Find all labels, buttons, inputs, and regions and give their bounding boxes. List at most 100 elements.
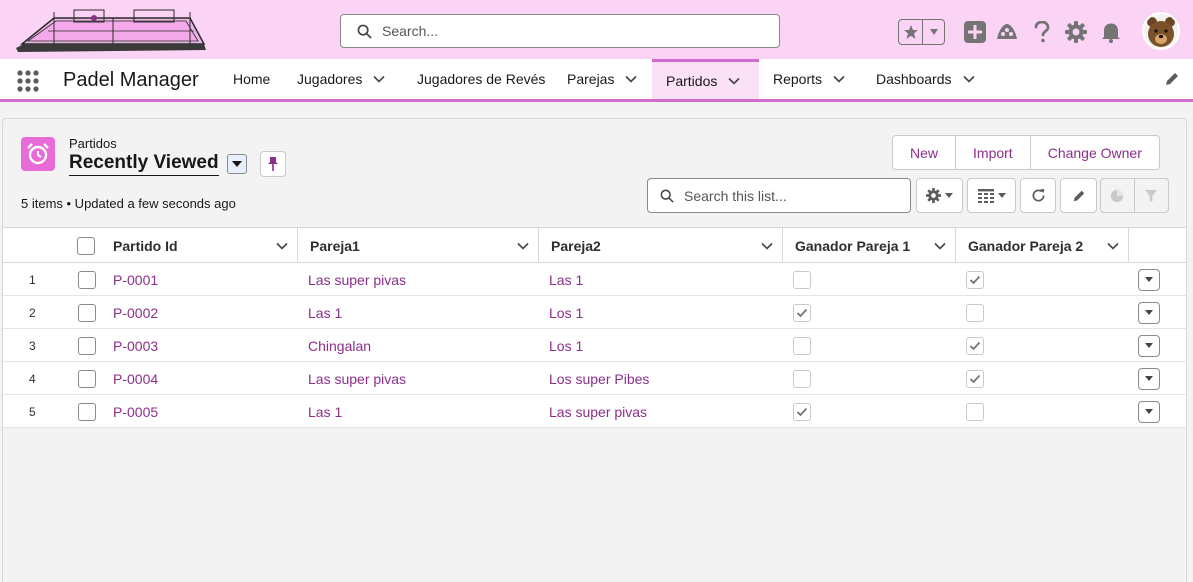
chevron-down-icon[interactable] [516,239,530,253]
column-header-ganador-pareja-2[interactable]: Ganador Pareja 2 [956,228,1129,263]
show-charts-button[interactable] [1101,179,1135,212]
pareja2-link[interactable]: Las super pivas [549,395,647,428]
ganador-pareja-2-checkbox [966,336,984,355]
global-search[interactable] [340,14,780,48]
favorites-list-button[interactable] [923,20,944,44]
chevron-down-icon [945,192,953,198]
row-select-cell [78,263,96,296]
column-header-pareja1[interactable]: Pareja1 [298,228,539,263]
row-select-checkbox[interactable] [78,402,96,421]
row-select-checkbox[interactable] [78,336,96,355]
notifications-button[interactable] [1098,19,1124,45]
row-number: 4 [29,371,36,386]
partidos-object-icon [21,137,55,171]
chevron-down-icon[interactable] [372,72,386,86]
row-select-cell [78,329,96,362]
ganador-pareja-2-checkbox [966,369,984,388]
nav-item-home[interactable]: Home [233,59,270,99]
nav-item-reports[interactable]: Reports [773,59,846,99]
nav-item-partidos[interactable]: Partidos [652,59,759,99]
pareja2-link[interactable]: Los 1 [549,296,583,329]
nav-item-parejas[interactable]: Parejas [567,59,638,99]
chart-filter-group [1100,178,1169,213]
refresh-button[interactable] [1020,178,1056,213]
row-select-checkbox[interactable] [78,303,96,322]
row-actions-button[interactable] [1138,367,1160,390]
partido-id-link[interactable]: P-0002 [113,296,158,329]
global-search-input[interactable] [382,23,762,39]
list-view-name[interactable]: Recently Viewed [69,152,219,176]
edit-nav-icon[interactable] [1164,71,1180,87]
ganador-pareja-1-checkbox [793,303,811,322]
app-launcher-icon[interactable] [16,69,40,93]
show-filters-button[interactable] [1135,179,1169,212]
column-label: Partido Id [113,237,178,254]
inline-edit-button[interactable] [1060,178,1097,213]
change-owner-button[interactable]: Change Owner [1030,136,1159,169]
column-label: Ganador Pareja 1 [795,237,911,254]
user-avatar[interactable] [1142,12,1180,50]
ganador-pareja-2-checkbox [966,270,984,289]
pareja1-link[interactable]: Las 1 [308,395,342,428]
nav-item-dashboards[interactable]: Dashboards [876,59,976,99]
chevron-down-icon[interactable] [727,74,741,88]
pareja2-link[interactable]: Los 1 [549,329,583,362]
row-actions-button[interactable] [1138,334,1160,357]
favorites-button[interactable] [899,20,924,44]
gear-icon [1065,21,1087,43]
column-header-pareja2[interactable]: Pareja2 [539,228,783,263]
column-header-partido-id[interactable]: Partido Id [101,228,298,263]
ganador-pareja-1-cell [793,296,811,329]
partido-id-link[interactable]: P-0001 [113,263,158,296]
chevron-down-icon[interactable] [275,239,289,253]
setup-button[interactable] [1063,19,1089,45]
select-all-checkbox[interactable] [77,236,95,255]
chevron-down-icon[interactable] [760,239,774,253]
padel-court-logo[interactable] [14,8,208,54]
global-actions-button[interactable] [962,19,988,45]
row-select-checkbox[interactable] [78,270,96,289]
nav-item-label: Parejas [567,71,615,87]
partido-id-link[interactable]: P-0005 [113,395,158,428]
chevron-down-icon[interactable] [832,72,846,86]
row-actions-cell [1138,296,1160,329]
ganador-pareja-1-checkbox [793,402,811,421]
pareja1-link[interactable]: Las 1 [308,296,342,329]
list-status: 5 items • Updated a few seconds ago [21,196,236,211]
guidance-center-button[interactable] [994,19,1020,45]
list-view-controls-button[interactable] [916,178,963,213]
partido-id-link[interactable]: P-0003 [113,329,158,362]
list-search[interactable] [647,178,911,213]
list-view-picker-button[interactable] [227,154,247,174]
nav-item-jugadores[interactable]: Jugadores [297,59,386,99]
pin-list-view-button[interactable] [260,151,286,177]
row-select-cell [78,395,96,428]
row-actions-button[interactable] [1138,301,1160,324]
import-button[interactable]: Import [956,136,1031,169]
table-icon [977,188,994,203]
row-number: 1 [29,272,36,287]
pareja2-link[interactable]: Los super Pibes [549,362,649,395]
help-button[interactable] [1029,19,1055,45]
chevron-down-icon[interactable] [933,239,947,253]
pareja1-link[interactable]: Las super pivas [308,362,406,395]
row-select-checkbox[interactable] [78,369,96,388]
chevron-down-icon[interactable] [1106,239,1120,253]
partido-id-link[interactable]: P-0004 [113,362,158,395]
column-label: Ganador Pareja 2 [968,237,1084,254]
chevron-down-icon[interactable] [962,72,976,86]
checkmark-icon [796,308,808,317]
row-actions-button[interactable] [1138,400,1160,423]
row-actions-button[interactable] [1138,268,1160,291]
star-icon [903,25,918,39]
chevron-down-icon [1145,409,1153,414]
list-search-input[interactable] [684,187,904,204]
new-button[interactable]: New [893,136,957,169]
pareja2-link[interactable]: Las 1 [549,263,583,296]
column-header-ganador-pareja-1[interactable]: Ganador Pareja 1 [783,228,956,263]
chevron-down-icon[interactable] [624,72,638,86]
nav-item-jugadores-de-reves[interactable]: Jugadores de Revés [417,59,545,99]
pareja1-link[interactable]: Las super pivas [308,263,406,296]
pareja1-link[interactable]: Chingalan [308,329,371,362]
display-as-button[interactable] [967,178,1016,213]
